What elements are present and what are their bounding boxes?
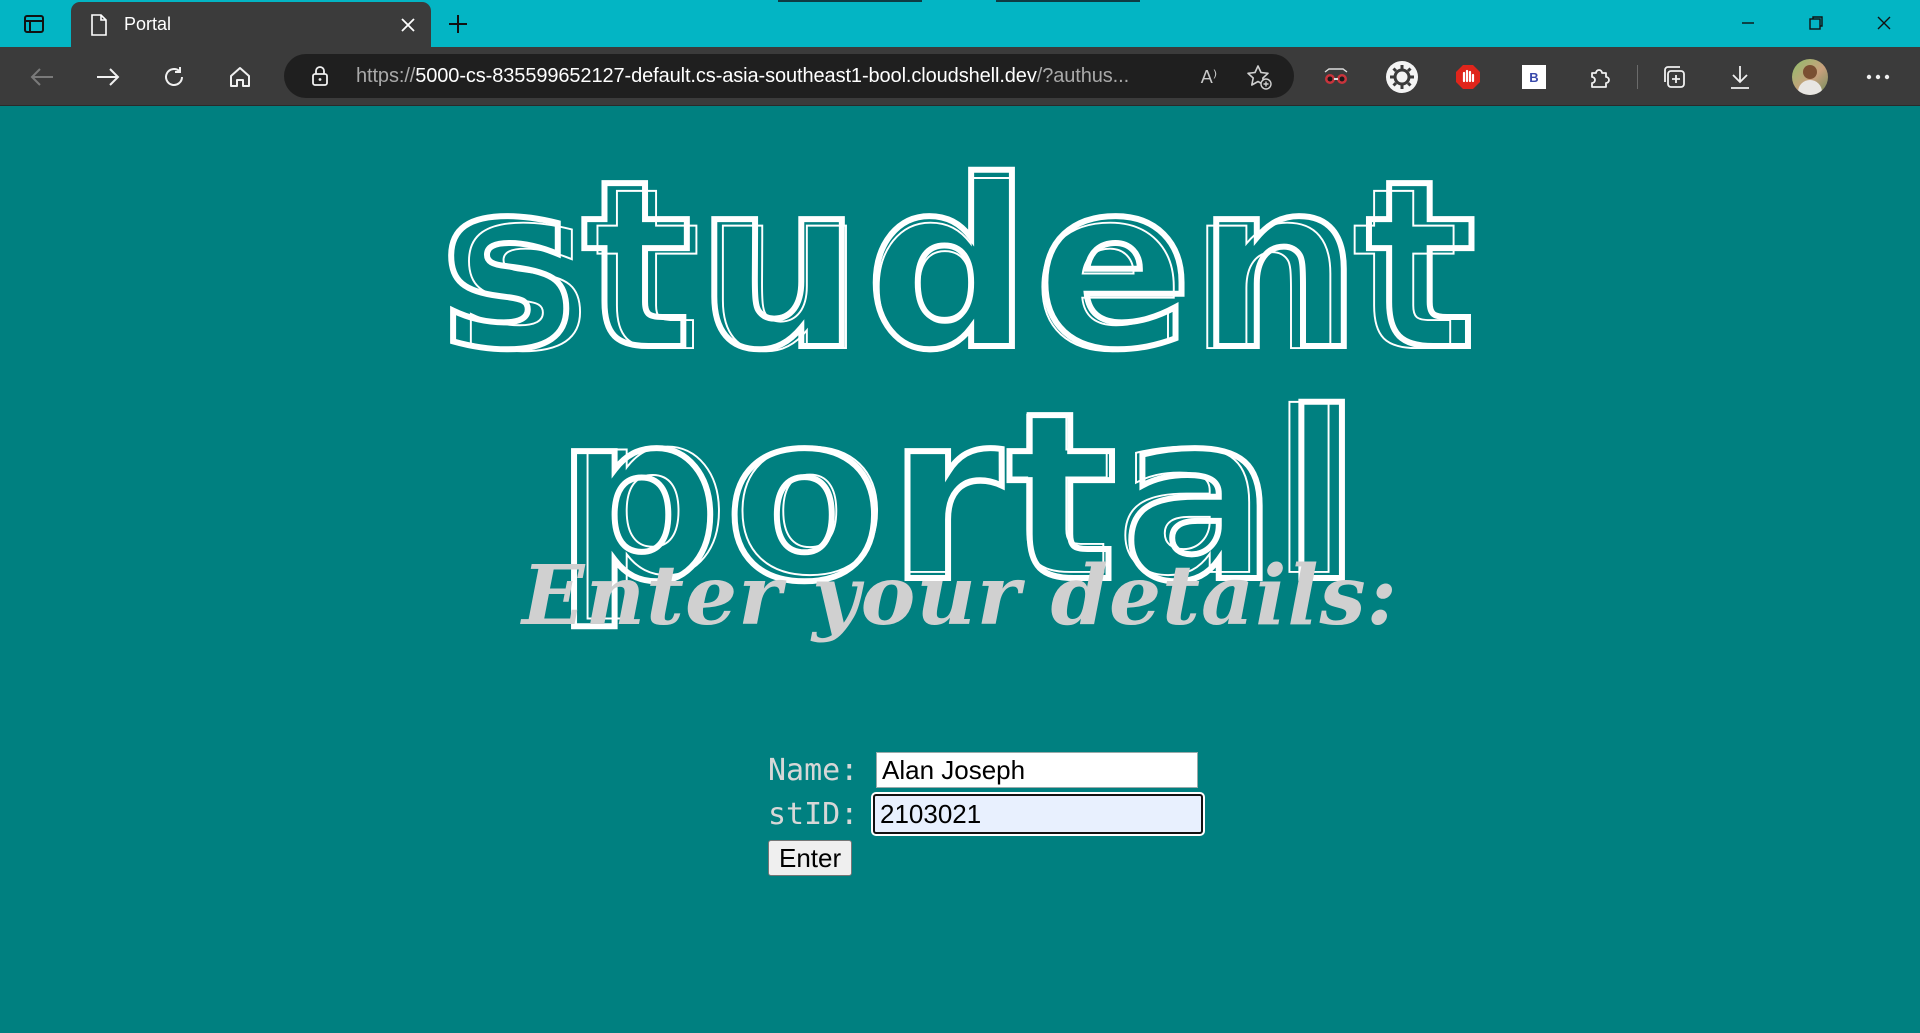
- read-aloud-icon[interactable]: A⁾: [1194, 62, 1224, 92]
- title-bar-accent: [778, 0, 922, 2]
- url-protocol: https://: [356, 65, 416, 87]
- address-bar[interactable]: https://5000-cs-835599652127-default.cs-…: [284, 54, 1294, 98]
- name-label: Name:: [768, 752, 859, 788]
- stid-label: stID:: [768, 796, 859, 832]
- extension-b-icon[interactable]: B: [1516, 59, 1552, 95]
- tab-title: Portal: [124, 14, 172, 34]
- profile-avatar[interactable]: [1792, 59, 1828, 95]
- browser-tab[interactable]: Portal: [71, 2, 431, 47]
- restore-icon[interactable]: [1794, 6, 1838, 40]
- new-tab-icon[interactable]: [442, 8, 474, 40]
- refresh-icon[interactable]: [156, 59, 192, 95]
- toolbar-separator: [1637, 65, 1638, 89]
- collections-icon[interactable]: [1656, 59, 1692, 95]
- extension-gear-icon[interactable]: [1384, 59, 1420, 95]
- avatar-body: [1798, 80, 1822, 95]
- page-icon: [88, 13, 110, 37]
- name-row: Name:: [768, 752, 1198, 788]
- forward-icon[interactable]: [90, 59, 126, 95]
- extension-badge: B: [1522, 65, 1546, 89]
- back-icon[interactable]: [24, 59, 60, 95]
- close-window-icon[interactable]: [1862, 6, 1906, 40]
- url-query: /?authus...: [1036, 65, 1130, 87]
- downloads-icon[interactable]: [1722, 59, 1758, 95]
- url-host: 5000-cs-835599652127-default.cs-asia-sou…: [415, 65, 1037, 87]
- close-tab-icon[interactable]: [393, 10, 423, 40]
- page-subtitle: Enter your details:: [522, 548, 1398, 644]
- avatar-head: [1803, 65, 1817, 79]
- url-text[interactable]: https://5000-cs-835599652127-default.cs-…: [356, 65, 1176, 88]
- page-title: student portal: [436, 131, 1481, 633]
- extensions-puzzle-icon[interactable]: [1582, 59, 1618, 95]
- title-bar-accent: [996, 0, 1140, 2]
- add-favorite-icon[interactable]: [1244, 62, 1274, 92]
- name-input[interactable]: [876, 752, 1198, 788]
- more-options-icon[interactable]: [1860, 59, 1896, 95]
- stid-input[interactable]: [873, 794, 1203, 834]
- browser-title-bar: Portal: [0, 0, 1920, 47]
- home-icon[interactable]: [222, 59, 258, 95]
- lock-icon[interactable]: [308, 64, 332, 88]
- browser-toolbar: https://5000-cs-835599652127-default.cs-…: [0, 47, 1920, 106]
- tab-actions-icon[interactable]: [22, 12, 46, 36]
- extension-glasses-icon[interactable]: [1318, 59, 1354, 95]
- stid-row: stID:: [768, 794, 1203, 834]
- extension-stop-hand-icon[interactable]: [1450, 59, 1486, 95]
- minimize-icon[interactable]: [1726, 6, 1770, 40]
- enter-button[interactable]: Enter: [768, 840, 853, 876]
